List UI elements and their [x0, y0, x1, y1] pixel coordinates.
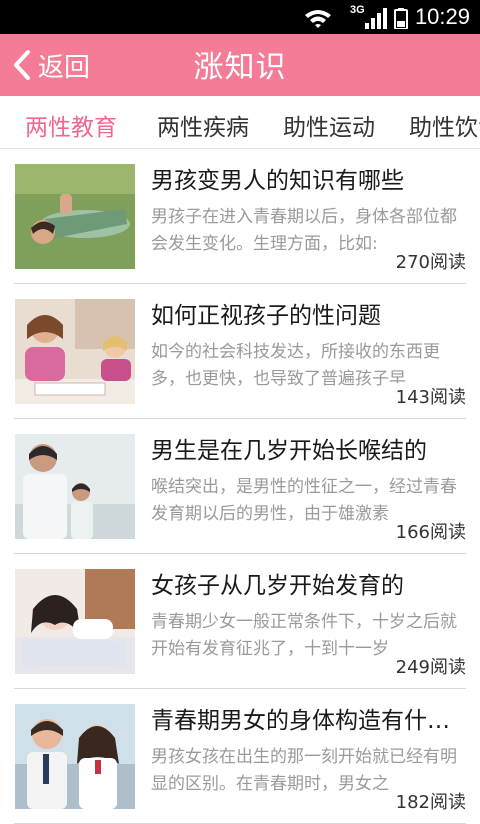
tab-sex-education[interactable]: 两性教育 — [25, 108, 117, 142]
article-thumbnail — [15, 704, 135, 809]
article-thumbnail — [15, 434, 135, 539]
article-thumbnail — [15, 299, 135, 404]
article-title: 女孩子从几岁开始发育的 — [151, 573, 404, 599]
wifi-icon — [305, 10, 331, 28]
list-item[interactable]: 如何正视孩子的性问题 如今的社会科技发达，所接收的东西更多，也更快，也导致了普遍… — [14, 284, 466, 419]
article-title: 男生是在几岁开始长喉结的 — [151, 438, 427, 464]
article-thumbnail — [15, 569, 135, 674]
article-title: 男孩变男人的知识有哪些 — [151, 168, 404, 194]
app-header: 返回 涨知识 — [0, 34, 480, 96]
article-title: 青春期男女的身体构造有什… — [151, 708, 450, 734]
article-list: 男孩变男人的知识有哪些 男孩子在进入青春期以后，身体各部位都会发生变化。生理方面… — [0, 149, 480, 824]
status-bar: 3G 10:29 — [0, 0, 480, 34]
article-title: 如何正视孩子的性问题 — [151, 303, 381, 329]
status-time: 10:29 — [414, 4, 470, 29]
read-count: 270阅读 — [391, 248, 466, 274]
read-count: 143阅读 — [391, 383, 466, 409]
read-count: 249阅读 — [391, 653, 466, 679]
list-item[interactable]: 男孩变男人的知识有哪些 男孩子在进入青春期以后，身体各部位都会发生变化。生理方面… — [14, 149, 466, 284]
list-item[interactable]: 男生是在几岁开始长喉结的 喉结突出，是男性的性征之一，经过青春发育期以后的男性，… — [14, 419, 466, 554]
article-thumbnail — [15, 164, 135, 269]
read-count: 166阅读 — [391, 518, 466, 544]
category-tabs: 两性教育 两性疾病 助性运动 助性饮食 — [0, 96, 480, 149]
list-item[interactable]: 女孩子从几岁开始发育的 青春期少女一般正常条件下，十岁之后就开始有发育征兆了，十… — [14, 554, 466, 689]
tab-exercise[interactable]: 助性运动 — [283, 108, 375, 142]
cell-signal-icon — [365, 8, 387, 29]
battery-icon — [394, 8, 408, 29]
list-item[interactable]: 青春期男女的身体构造有什… 男孩女孩在出生的那一刻开始就已经有明显的区别。在青春… — [14, 689, 466, 824]
read-count: 182阅读 — [391, 788, 466, 814]
page-title: 涨知识 — [193, 50, 287, 85]
tab-sexual-diseases[interactable]: 两性疾病 — [157, 108, 249, 142]
network-type-label: 3G — [350, 4, 365, 16]
tab-diet[interactable]: 助性饮食 — [409, 108, 480, 142]
